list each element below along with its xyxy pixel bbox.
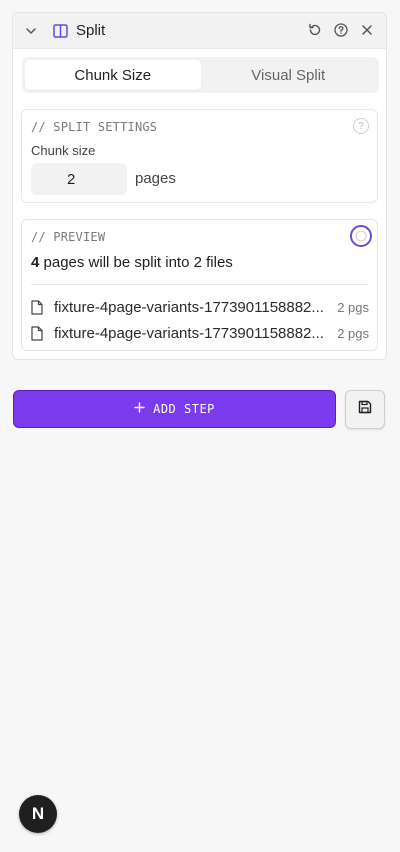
list-item: fixture-4page-variants-1773901158882... … (31, 297, 369, 317)
mode-tabs: Chunk Size Visual Split (22, 57, 379, 93)
add-step-label: ADD STEP (153, 402, 215, 416)
summary-middle-text: pages will be split into (39, 254, 194, 271)
add-step-button[interactable]: ADD STEP (13, 390, 336, 428)
panel-title: Split (76, 22, 106, 39)
preview-card: // PREVIEW 4 pages will be split into 2 … (21, 219, 378, 351)
nextjs-dev-badge[interactable]: N (19, 795, 57, 833)
file-pages: 2 pgs (337, 325, 369, 341)
reset-icon[interactable] (308, 22, 322, 38)
panel-header: Split (13, 13, 386, 49)
chunk-size-input[interactable] (31, 163, 127, 195)
settings-help-icon[interactable]: ? (353, 118, 369, 134)
preview-label: // PREVIEW (31, 230, 106, 244)
save-button[interactable] (345, 390, 385, 429)
summary-end-text: files (201, 254, 233, 271)
preview-divider (31, 284, 368, 285)
chunk-size-unit: pages (135, 170, 176, 187)
split-step-panel: Split Chunk Size Visual Split // SPLIT S… (12, 12, 387, 360)
file-icon (31, 299, 45, 315)
split-icon (53, 23, 69, 39)
help-icon[interactable] (334, 22, 348, 38)
header-actions (308, 22, 374, 38)
split-settings-label: // SPLIT SETTINGS (31, 120, 158, 134)
badge-letter: N (31, 804, 45, 823)
list-item: fixture-4page-variants-1773901158882... … (31, 323, 369, 343)
tab-chunk-size[interactable]: Chunk Size (25, 60, 201, 90)
preview-help-icon[interactable] (350, 225, 372, 247)
chevron-down-icon[interactable] (24, 24, 38, 38)
chunk-size-label: Chunk size (31, 143, 96, 158)
split-settings-card: // SPLIT SETTINGS ? Chunk size pages (21, 109, 378, 203)
file-count: 2 (193, 254, 202, 271)
preview-summary: 4 pages will be split into 2 files (31, 254, 233, 271)
file-pages: 2 pgs (337, 299, 369, 315)
file-icon (31, 325, 45, 341)
file-name: fixture-4page-variants-1773901158882... (54, 298, 324, 316)
file-name: fixture-4page-variants-1773901158882... (54, 324, 324, 342)
save-icon (358, 400, 372, 419)
close-icon[interactable] (360, 22, 374, 38)
tab-visual-split[interactable]: Visual Split (201, 60, 377, 90)
plus-icon (134, 402, 145, 416)
